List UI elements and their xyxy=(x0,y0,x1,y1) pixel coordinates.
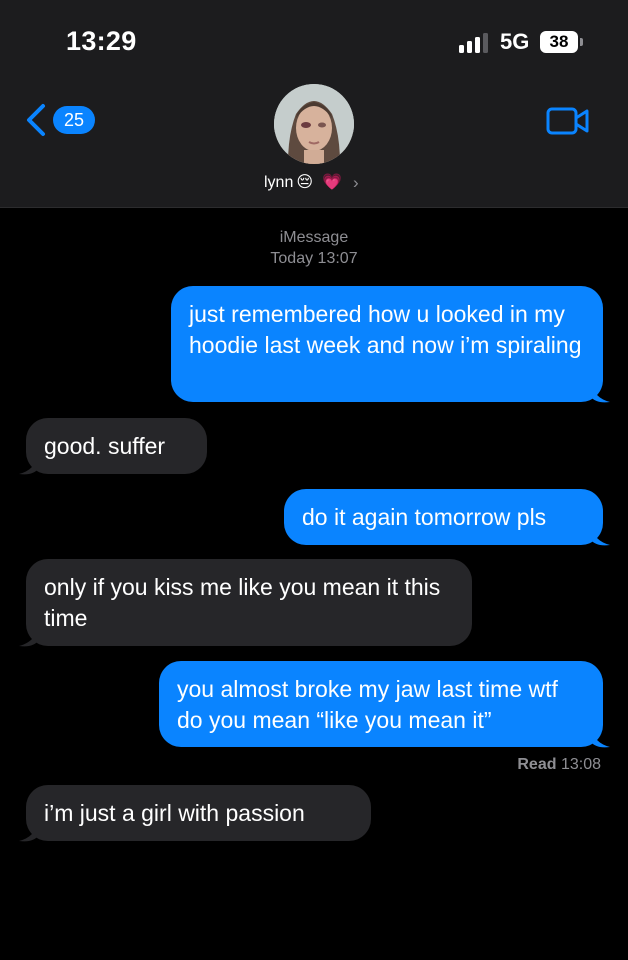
contact-avatar[interactable] xyxy=(274,84,354,164)
network-type: 5G xyxy=(500,29,530,54)
status-time: 13:29 xyxy=(66,26,137,56)
message-bubble-received[interactable]: good. suffer xyxy=(26,418,207,474)
battery-level: 38 xyxy=(549,32,569,51)
video-camera-icon[interactable] xyxy=(546,106,590,136)
chevron-right-icon: › xyxy=(352,173,359,192)
message-bubble-received[interactable]: i’m just a girl with passion xyxy=(26,785,371,841)
unread-count-badge[interactable]: 25 xyxy=(53,106,95,134)
read-label: Read xyxy=(517,756,557,773)
bubble-tail xyxy=(590,525,610,546)
bubble-tail xyxy=(19,626,39,647)
contact-name: lynn xyxy=(264,174,294,191)
pensive-emoji-icon: 😔 xyxy=(296,174,314,191)
message-bubble-sent[interactable]: just remembered how u looked in my hoodi… xyxy=(171,286,603,402)
message-bubble-sent[interactable]: do it again tomorrow pls xyxy=(284,489,603,545)
read-receipt: Read 13:08 xyxy=(517,756,601,774)
message-bubble-sent[interactable]: you almost broke my jaw last time wtf do… xyxy=(159,661,603,747)
read-time: 13:08 xyxy=(560,756,601,773)
bubble-tail xyxy=(590,727,610,748)
bubble-tail xyxy=(19,454,39,475)
avatar-photo xyxy=(274,84,354,164)
conversation-date: Today 13:07 xyxy=(270,250,358,267)
battery-icon: 38 xyxy=(540,31,578,53)
bubble-tail xyxy=(19,821,39,842)
message-bubble-received[interactable]: only if you kiss me like you mean it thi… xyxy=(26,559,472,646)
sparkling-heart-emoji-icon: 💗 xyxy=(322,174,342,191)
conversation-header: 13:29 5G 38 25 lynn 😔 💗 › xyxy=(0,0,628,208)
battery-nub xyxy=(580,38,583,46)
contact-name-row[interactable]: lynn 😔 💗 › xyxy=(264,172,359,194)
service-label: iMessage xyxy=(279,229,349,246)
back-chevron-icon[interactable] xyxy=(24,103,48,137)
cellular-signal-icon xyxy=(459,31,491,53)
bubble-tail xyxy=(590,382,610,403)
